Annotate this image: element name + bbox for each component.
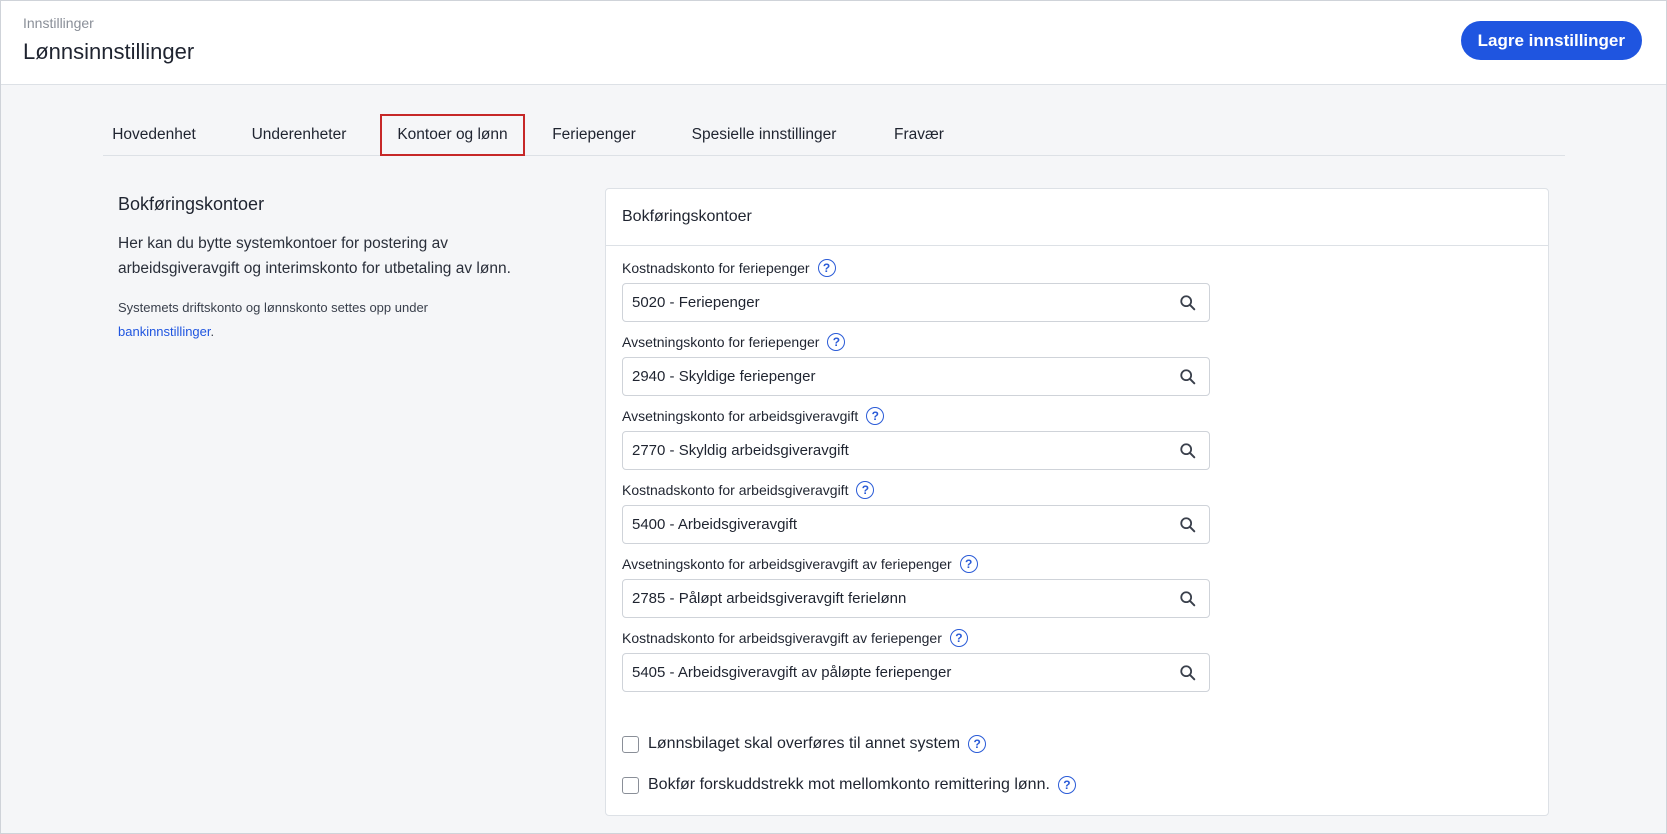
field-cost-account-holiday-pay: Kostnadskonto for feriepenger ? 5020 - F…	[622, 259, 1210, 322]
search-icon[interactable]	[1179, 294, 1197, 312]
search-icon[interactable]	[1179, 590, 1197, 608]
field-label: Kostnadskonto for arbeidsgiveravgift	[622, 482, 849, 498]
checkbox-row-transfer-payslip: Lønnsbilaget skal overføres til annet sy…	[622, 735, 987, 753]
field-value: 2770 - Skyldig arbeidsgiveravgift	[632, 442, 849, 459]
field-label: Avsetningskonto for arbeidsgiveravgift a…	[622, 556, 952, 572]
field-value: 5020 - Feriepenger	[632, 294, 760, 311]
help-icon[interactable]: ?	[856, 481, 875, 499]
transfer-payslip-checkbox[interactable]	[622, 735, 639, 753]
field-label: Kostnadskonto for arbeidsgiveravgift av …	[622, 630, 942, 646]
field-value: 5405 - Arbeidsgiveravgift av påløpte fer…	[632, 664, 952, 681]
field-label: Kostnadskonto for feriepenger	[622, 260, 810, 276]
account-search-input[interactable]: 2940 - Skyldige feriepenger	[622, 357, 1210, 396]
field-cost-account-employer-tax: Kostnadskonto for arbeidsgiveravgift ? 5…	[622, 481, 1210, 544]
account-search-input[interactable]: 5405 - Arbeidsgiveravgift av påløpte fer…	[622, 653, 1210, 692]
section-note-text: Systemets driftskonto og lønnskonto sett…	[118, 300, 429, 315]
section-note: Systemets driftskonto og lønnskonto sett…	[118, 296, 558, 344]
field-label: Avsetningskonto for arbeidsgiveravgift	[622, 408, 859, 424]
field-provision-account-employer-tax-holiday-pay: Avsetningskonto for arbeidsgiveravgift a…	[622, 555, 1210, 618]
accounts-card: Bokføringskontoer Kostnadskonto for feri…	[605, 188, 1549, 816]
section-note-suffix: .	[210, 324, 215, 339]
tax-withholding-checkbox[interactable]	[622, 776, 639, 794]
field-value: 5400 - Arbeidsgiveravgift	[632, 516, 798, 533]
bank-settings-link[interactable]: bankinnstillinger	[118, 324, 211, 339]
account-search-input[interactable]: 5400 - Arbeidsgiveravgift	[622, 505, 1210, 544]
search-icon[interactable]	[1179, 516, 1197, 534]
help-icon[interactable]: ?	[1057, 776, 1076, 794]
help-icon[interactable]: ?	[949, 629, 968, 647]
field-provision-account-holiday-pay: Avsetningskonto for feriepenger ? 2940 -…	[622, 333, 1210, 396]
tab-hovedenhet[interactable]: Hovedenhet	[103, 114, 205, 156]
card-title: Bokføringskontoer	[606, 189, 1548, 246]
search-icon[interactable]	[1179, 664, 1197, 682]
breadcrumb[interactable]: Innstillinger	[23, 15, 94, 31]
save-settings-button[interactable]: Lagre innstillinger	[1460, 21, 1642, 60]
checkbox-label[interactable]: Lønnsbilaget skal overføres til annet sy…	[648, 735, 960, 753]
tab-bar: Hovedenhet Underenheter Kontoer og lønn …	[103, 114, 1565, 156]
account-search-input[interactable]: 5020 - Feriepenger	[622, 283, 1210, 322]
help-icon[interactable]: ?	[827, 333, 846, 351]
field-cost-account-employer-tax-holiday-pay: Kostnadskonto for arbeidsgiveravgift av …	[622, 629, 1210, 692]
field-value: 2785 - Påløpt arbeidsgiveravgift ferielø…	[632, 590, 907, 607]
help-icon[interactable]: ?	[959, 555, 978, 573]
field-value: 2940 - Skyldige feriepenger	[632, 368, 816, 385]
tab-underenheter[interactable]: Underenheter	[233, 114, 365, 156]
tab-kontoer-og-lonn[interactable]: Kontoer og lønn	[380, 114, 525, 156]
account-search-input[interactable]: 2785 - Påløpt arbeidsgiveravgift ferielø…	[622, 579, 1210, 618]
checkbox-row-tax-withholding: Bokfør forskuddstrekk mot mellomkonto re…	[622, 776, 1076, 794]
checkbox-label[interactable]: Bokfør forskuddstrekk mot mellomkonto re…	[648, 776, 1050, 794]
tab-fravaer[interactable]: Fravær	[882, 114, 956, 156]
field-provision-account-employer-tax: Avsetningskonto for arbeidsgiveravgift ?…	[622, 407, 1210, 470]
search-icon[interactable]	[1179, 442, 1197, 460]
tab-feriepenger[interactable]: Feriepenger	[541, 114, 647, 156]
tab-spesielle-innstillinger[interactable]: Spesielle innstillinger	[676, 114, 852, 156]
page-title: Lønnsinnstillinger	[23, 39, 195, 64]
help-icon[interactable]: ?	[968, 735, 987, 753]
help-icon[interactable]: ?	[866, 407, 885, 425]
account-search-input[interactable]: 2770 - Skyldig arbeidsgiveravgift	[622, 431, 1210, 470]
app-window: Innstillinger Lønnsinnstillinger Lagre i…	[0, 0, 1667, 834]
search-icon[interactable]	[1179, 368, 1197, 386]
section-description: Her kan du bytte systemkontoer for poste…	[118, 235, 511, 277]
field-label: Avsetningskonto for feriepenger	[622, 334, 820, 350]
section-title: Bokføringskontoer	[118, 194, 265, 214]
page-header: Innstillinger Lønnsinnstillinger Lagre i…	[1, 1, 1666, 85]
help-icon[interactable]: ?	[817, 259, 836, 277]
